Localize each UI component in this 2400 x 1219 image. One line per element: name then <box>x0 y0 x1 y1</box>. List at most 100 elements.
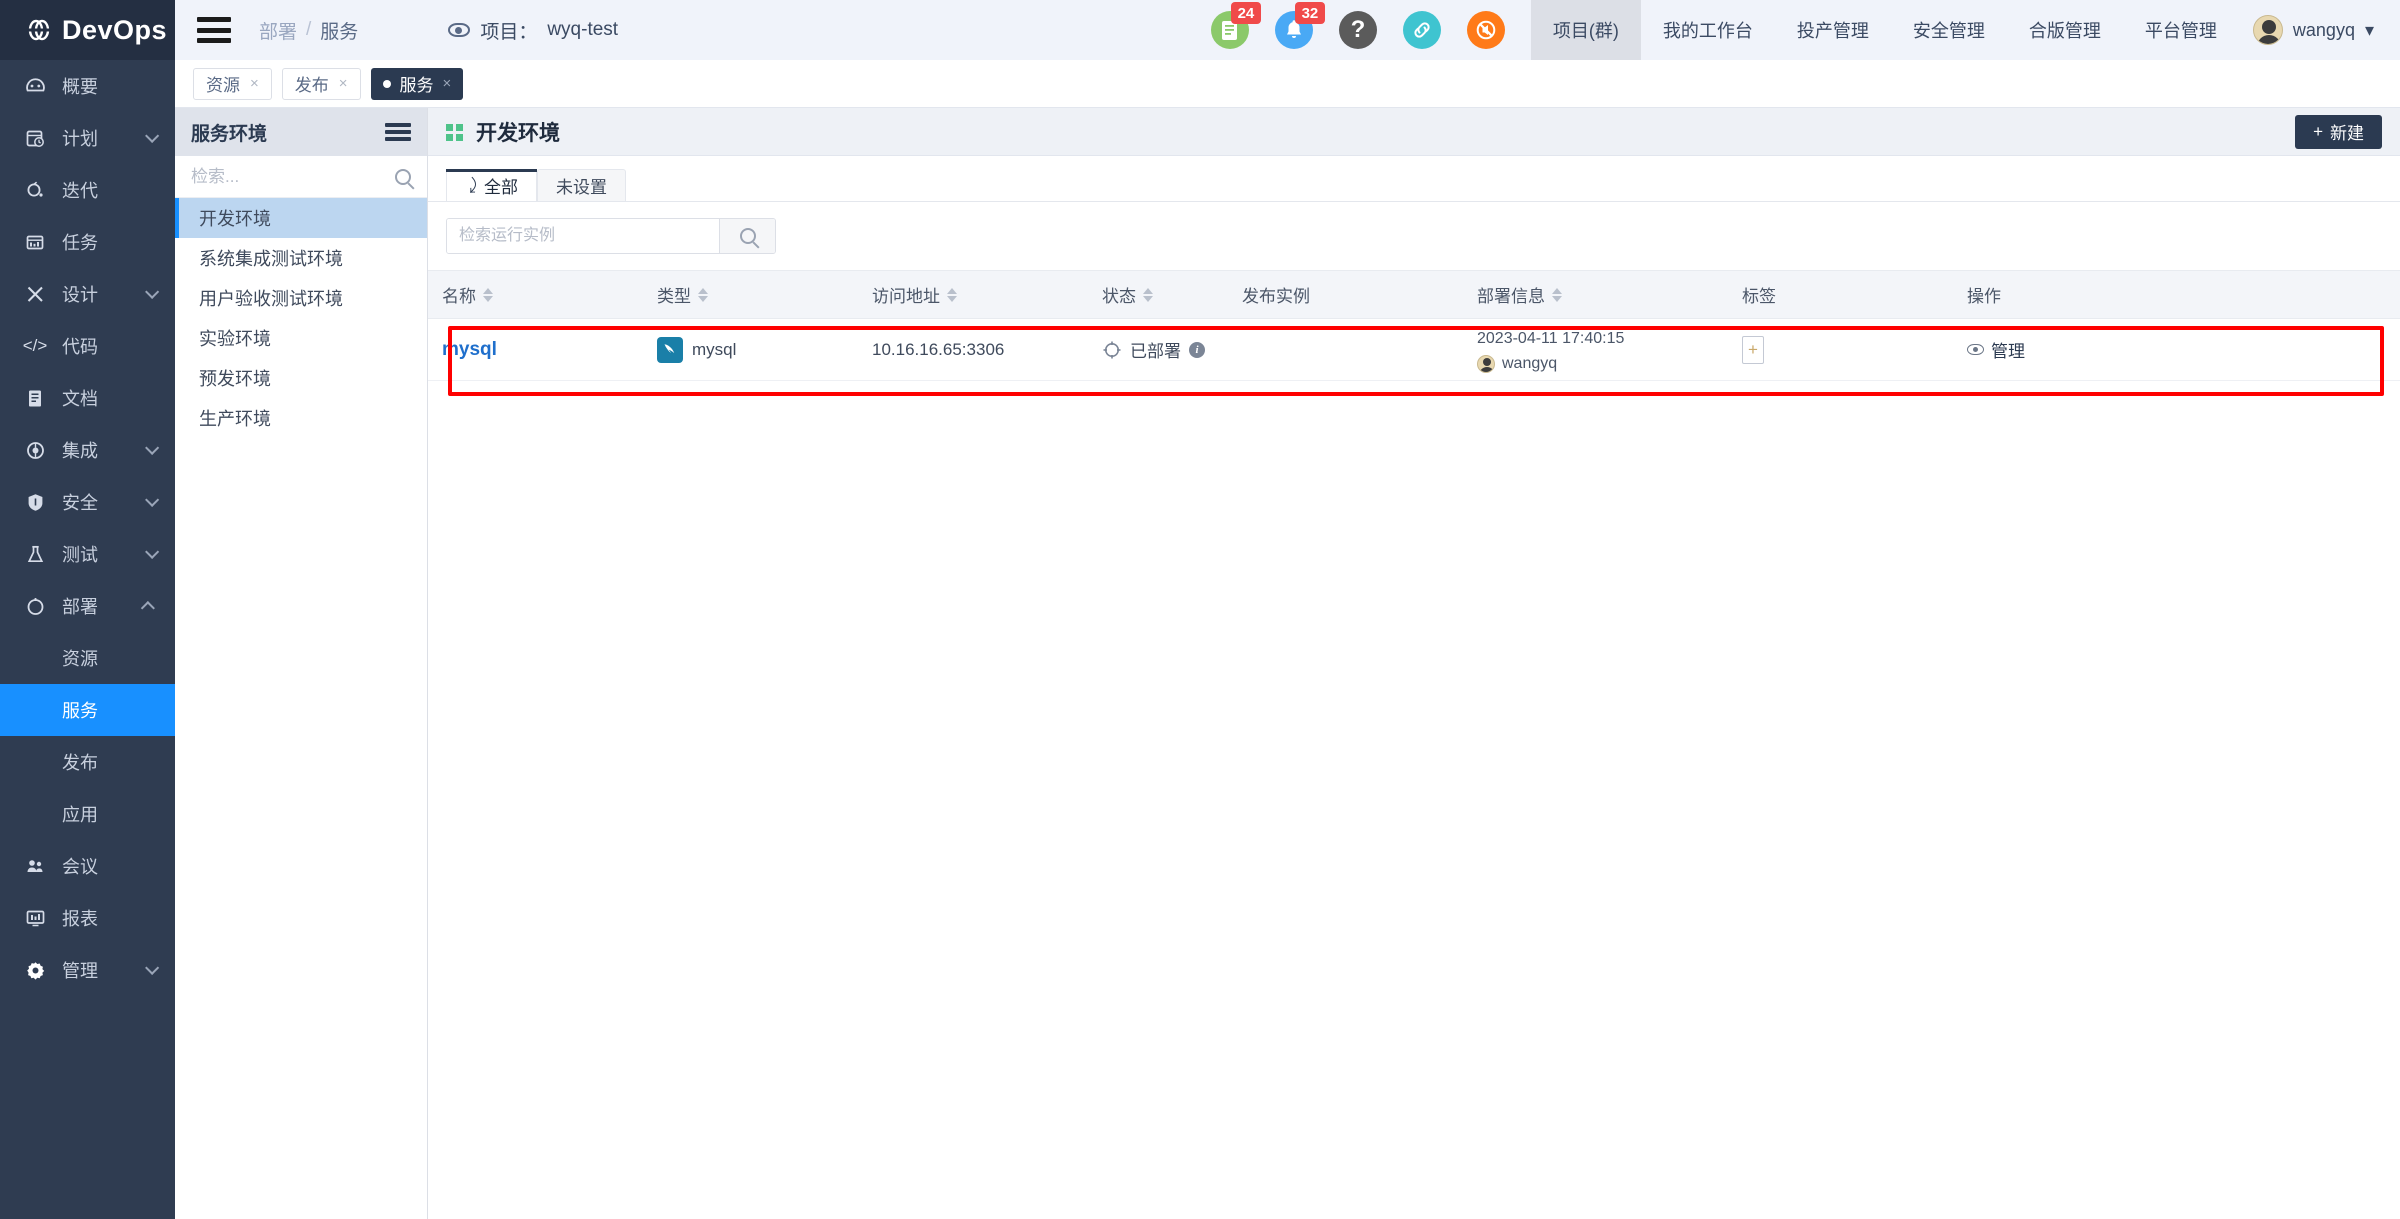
deploy-user-name: wangyq <box>1502 354 1558 372</box>
manage-link[interactable]: 管理 <box>1967 337 2025 362</box>
sidebar-item-overview[interactable]: 概要 <box>0 60 175 112</box>
workspace-tab-release[interactable]: 发布 × <box>281 67 361 100</box>
sidebar-item-label: 设计 <box>62 285 98 305</box>
sidebar-item-code[interactable]: </> 代码 <box>0 320 175 372</box>
sidebar-item-iteration[interactable]: 迭代 <box>0 164 175 216</box>
sidebar-item-label: 报表 <box>62 909 98 929</box>
sidebar-item-deploy[interactable]: 部署 <box>0 580 175 632</box>
column-label: 标签 <box>1742 287 1776 306</box>
env-item-sit[interactable]: 系统集成测试环境 <box>175 238 427 278</box>
sidebar-item-plan[interactable]: 计划 <box>0 112 175 164</box>
sort-icon[interactable] <box>947 287 957 302</box>
sort-icon[interactable] <box>1143 287 1153 302</box>
env-item-pre[interactable]: 预发环境 <box>175 358 427 398</box>
bell-badge: 32 <box>1294 2 1325 24</box>
sidebar-item-design[interactable]: 设计 <box>0 268 175 320</box>
cell-name: mysql <box>428 318 643 381</box>
sidebar-item-document[interactable]: 文档 <box>0 372 175 424</box>
top-nav-item-merge[interactable]: 合版管理 <box>2007 0 2123 60</box>
tab-label: 全部 <box>484 178 518 197</box>
sidebar-item-release[interactable]: 发布 <box>0 736 175 788</box>
bell-icon[interactable]: 32 <box>1274 2 1325 49</box>
env-item-label: 预发环境 <box>199 369 271 389</box>
column-type[interactable]: 类型 <box>643 270 858 319</box>
close-icon[interactable]: × <box>339 75 348 92</box>
table-row[interactable]: mysql mysql 10.16.16.65:3306 已部署 i 2023-… <box>428 318 2400 381</box>
sidebar-item-integration[interactable]: 集成 <box>0 424 175 476</box>
env-item-prod[interactable]: 生产环境 <box>175 398 427 438</box>
tab-all[interactable]: ⤵ 全部 <box>446 169 537 201</box>
search-icon <box>739 228 756 244</box>
sidebar-item-test[interactable]: 测试 <box>0 528 175 580</box>
task-icon <box>22 233 48 252</box>
top-nav-label: 我的工作台 <box>1662 21 1753 41</box>
workspace-tab-label: 资源 <box>206 76 240 95</box>
sidebar-item-task[interactable]: 任务 <box>0 216 175 268</box>
sidebar-item-application[interactable]: 应用 <box>0 788 175 840</box>
close-icon[interactable]: × <box>443 75 452 92</box>
env-item-dev[interactable]: 开发环境 <box>175 198 427 238</box>
hamburger-menu-icon[interactable] <box>197 17 231 43</box>
user-menu[interactable]: wangyq ▾ <box>2239 15 2400 45</box>
sidebar-item-meeting[interactable]: 会议 <box>0 840 175 892</box>
link-icon[interactable] <box>1402 11 1441 49</box>
help-icon[interactable]: ? <box>1338 11 1377 49</box>
mute-icon[interactable] <box>1466 11 1505 49</box>
sidebar-sub-label: 资源 <box>62 649 98 669</box>
service-name-link[interactable]: mysql <box>442 339 497 360</box>
top-nav-item-security[interactable]: 安全管理 <box>1891 0 2007 60</box>
integration-icon <box>22 441 48 460</box>
document-icon[interactable]: 24 <box>1210 2 1261 49</box>
status-label: 已部署 <box>1130 342 1181 361</box>
workspace-tab-service[interactable]: 服务 × <box>370 67 464 100</box>
sidebar-item-management[interactable]: 管理 <box>0 944 175 996</box>
search-button[interactable] <box>719 219 775 253</box>
env-item-uat[interactable]: 用户验收测试环境 <box>175 278 427 318</box>
info-icon[interactable]: i <box>1189 341 1205 358</box>
eye-icon <box>1967 344 1984 355</box>
collapse-menu-icon[interactable] <box>385 123 411 141</box>
sidebar-item-report[interactable]: 报表 <box>0 892 175 944</box>
chevron-down-icon <box>145 440 160 455</box>
add-tag-icon[interactable]: + <box>1742 335 1764 364</box>
sidebar-item-resource[interactable]: 资源 <box>0 632 175 684</box>
project-label: 项目： <box>480 21 538 43</box>
column-name[interactable]: 名称 <box>428 270 643 319</box>
workspace-tab-label: 服务 <box>399 76 434 95</box>
chevron-down-icon <box>145 544 160 559</box>
breadcrumb-parent[interactable]: 部署 <box>259 17 297 44</box>
gear-icon <box>22 961 48 980</box>
sort-icon[interactable] <box>483 287 493 302</box>
brand-logo[interactable]: DevOps <box>0 0 175 60</box>
workspace-tab-resource[interactable]: 资源 × <box>193 67 272 100</box>
sort-icon[interactable] <box>1552 287 1562 302</box>
breadcrumb: 部署 / 服务 <box>259 17 358 44</box>
column-status[interactable]: 状态 <box>1088 270 1228 319</box>
environment-search-input[interactable] <box>191 166 371 187</box>
sort-icon[interactable] <box>698 287 708 302</box>
column-label: 部署信息 <box>1477 287 1545 306</box>
column-deploy-info[interactable]: 部署信息 <box>1463 270 1728 319</box>
tab-unset[interactable]: 未设置 <box>537 169 626 201</box>
environment-search <box>175 156 427 198</box>
sidebar-item-label: 计划 <box>62 129 98 149</box>
search-input[interactable] <box>447 219 719 253</box>
top-nav-item-workbench[interactable]: 我的工作台 <box>1641 0 1775 60</box>
env-item-label: 用户验收测试环境 <box>199 289 343 309</box>
table-body: mysql mysql 10.16.16.65:3306 已部署 i 2023-… <box>428 318 2400 381</box>
sidebar-item-security[interactable]: 安全 <box>0 476 175 528</box>
top-nav-item-production[interactable]: 投产管理 <box>1775 0 1891 60</box>
column-address[interactable]: 访问地址 <box>858 270 1088 319</box>
top-bar-icon-group: 24 32 ? <box>1210 2 1531 49</box>
new-button[interactable]: + 新建 <box>2295 114 2382 149</box>
main-header: 开发环境 + 新建 <box>428 108 2400 156</box>
top-nav-item-project[interactable]: 项目(群) <box>1530 0 1641 60</box>
top-nav-item-platform[interactable]: 平台管理 <box>2123 0 2239 60</box>
close-icon[interactable]: × <box>250 75 259 92</box>
sidebar-item-service[interactable]: 服务 <box>0 684 175 736</box>
search-icon[interactable] <box>395 168 411 185</box>
env-item-lab[interactable]: 实验环境 <box>175 318 427 358</box>
project-selector[interactable]: 项目： wyq-test <box>448 17 618 44</box>
sidebar-item-label: 部署 <box>62 597 98 617</box>
breadcrumb-current[interactable]: 服务 <box>320 17 358 44</box>
